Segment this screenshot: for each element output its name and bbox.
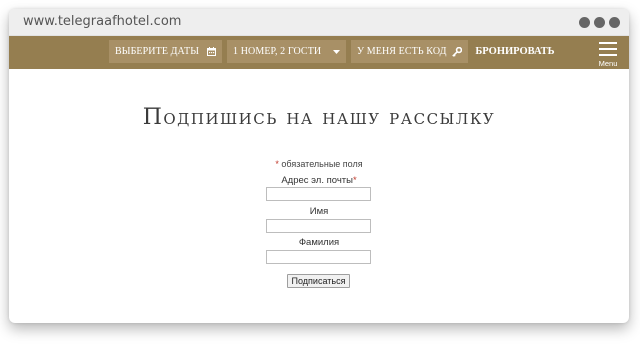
- promo-code-label: У МЕНЯ ЕСТЬ КОД: [357, 46, 447, 57]
- email-required-star: *: [352, 175, 357, 186]
- last-name-label: Фамилия: [298, 237, 340, 248]
- rooms-guests-label: 1 НОМЕР, 2 ГОСТИ: [233, 46, 322, 57]
- email-label-text: Адрес эл. почты: [281, 175, 353, 186]
- menu-button[interactable]: Menu: [597, 41, 619, 68]
- menu-label: Menu: [598, 59, 618, 68]
- required-note-text: обязательные поля: [281, 159, 363, 169]
- address-bar[interactable]: www.telegraafhotel.com: [23, 14, 181, 29]
- first-name-label: Имя: [309, 206, 329, 217]
- calendar-icon: [207, 47, 216, 56]
- window-dot-1[interactable]: [579, 17, 590, 28]
- key-icon: [452, 46, 462, 57]
- select-dates-field[interactable]: ВЫБЕРИТЕ ДАТЫ: [109, 40, 222, 63]
- rooms-guests-field[interactable]: 1 НОМЕР, 2 ГОСТИ: [227, 40, 346, 63]
- last-name-field[interactable]: [266, 250, 371, 264]
- page-title: Подпишись на нашу рассылку: [142, 105, 496, 130]
- window-dot-2[interactable]: [594, 17, 605, 28]
- select-dates-label: ВЫБЕРИТЕ ДАТЫ: [115, 46, 200, 57]
- caret-down-icon: [333, 49, 340, 54]
- browser-chrome: www.telegraafhotel.com: [9, 9, 629, 36]
- hamburger-icon: [599, 41, 617, 60]
- email-label: Адрес эл. почты*: [9, 175, 629, 186]
- first-name-field[interactable]: [266, 219, 371, 233]
- browser-window: www.telegraafhotel.com ВЫБЕРИТЕ ДАТЫ 1 Н…: [9, 9, 629, 323]
- book-button[interactable]: БРОНИРОВАТЬ: [474, 40, 556, 63]
- booking-bar: ВЫБЕРИТЕ ДАТЫ 1 НОМЕР, 2 ГОСТИ У МЕНЯ ЕС…: [9, 36, 629, 69]
- window-controls: [579, 17, 620, 28]
- promo-code-field[interactable]: У МЕНЯ ЕСТЬ КОД: [351, 40, 468, 63]
- subscribe-button[interactable]: Подписаться: [287, 274, 350, 288]
- window-dot-3[interactable]: [609, 17, 620, 28]
- newsletter-section: Подпишись на нашу рассылку * обязательны…: [9, 69, 629, 323]
- email-field[interactable]: [266, 187, 371, 201]
- required-note: * обязательные поля: [9, 159, 629, 169]
- required-star: *: [275, 159, 279, 169]
